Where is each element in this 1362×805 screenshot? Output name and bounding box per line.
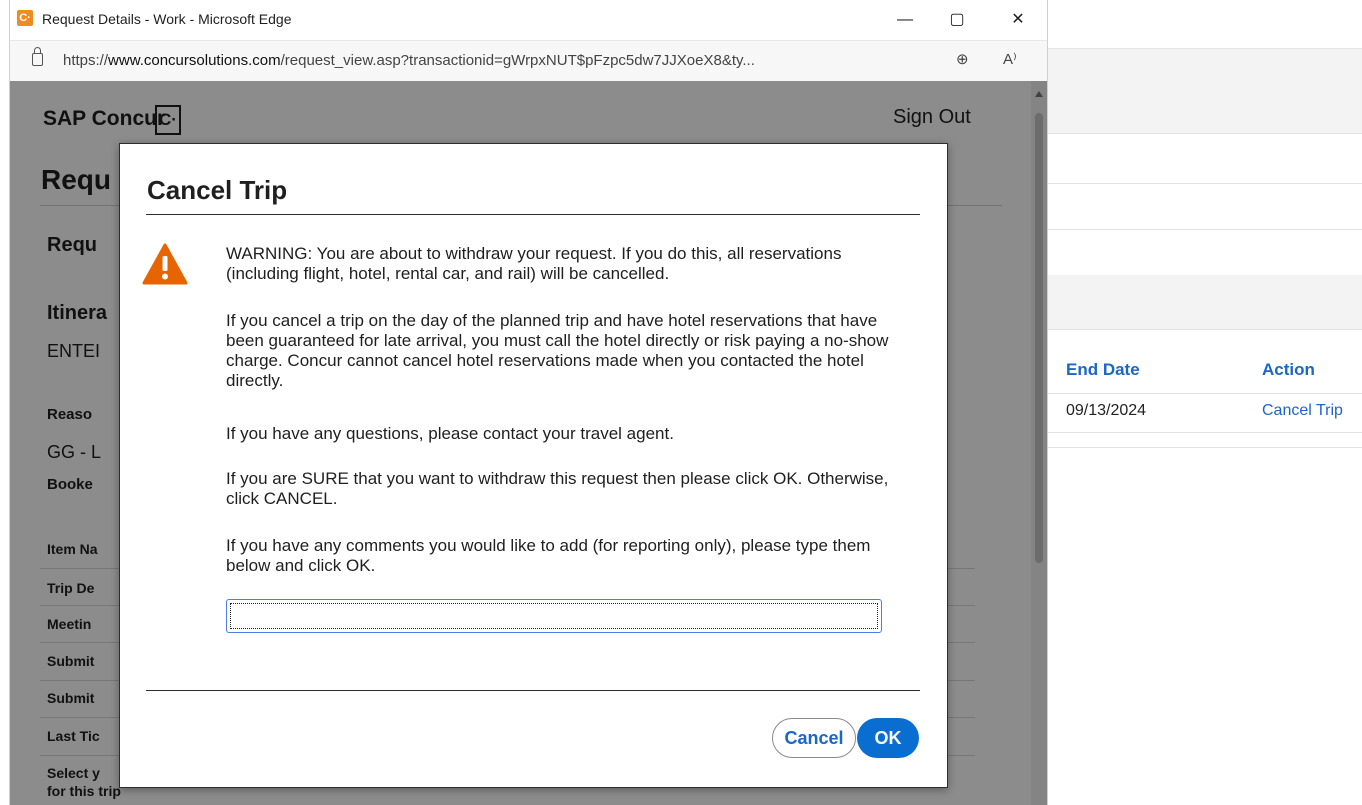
warning-icon <box>142 243 188 285</box>
zoom-icon[interactable]: ⊕ <box>956 50 969 68</box>
background-band <box>1047 275 1362 329</box>
cancel-button[interactable]: Cancel <box>772 718 856 758</box>
table-row-divider <box>1047 432 1362 433</box>
dialog-title-divider <box>146 214 920 215</box>
url-path: /request_view.asp?transactionid=gWrpxNUT… <box>280 52 755 69</box>
dialog-title: Cancel Trip <box>147 175 288 205</box>
contact-agent-paragraph: If you have any questions, please contac… <box>226 424 674 443</box>
address-bar[interactable]: https://www.concursolutions.com/request_… <box>10 40 1047 82</box>
read-aloud-icon[interactable]: A⁾ <box>1003 50 1017 68</box>
window-titlebar[interactable]: C· Request Details - Work - Microsoft Ed… <box>10 0 1047 40</box>
ok-button[interactable]: OK <box>857 718 919 758</box>
table-header-divider <box>1047 393 1362 394</box>
table-bottom-divider <box>1047 447 1362 448</box>
comment-input[interactable] <box>226 599 882 633</box>
end-date-cell: 09/13/2024 <box>1066 402 1147 419</box>
late-arrival-paragraph: If you cancel a trip on the day of the p… <box>226 311 889 390</box>
url-prefix: https:// <box>63 52 109 69</box>
warning-paragraph: WARNING: You are about to withdraw your … <box>226 244 842 283</box>
concur-app-icon: C· <box>17 10 33 26</box>
url-domain: www.concursolutions.com <box>108 52 281 69</box>
confirm-paragraph: If you are SURE that you want to withdra… <box>226 469 889 508</box>
close-icon[interactable]: ✕ <box>1003 8 1033 32</box>
end-date-column-header[interactable]: End Date <box>1066 360 1140 380</box>
url-text[interactable]: https://www.concursolutions.com/request_… <box>63 52 933 69</box>
dialog-footer-divider <box>146 690 920 691</box>
background-divider <box>1047 183 1362 184</box>
cancel-trip-dialog: Cancel Trip WARNING: You are about to wi… <box>119 143 948 788</box>
comments-paragraph: If you have any comments you would like … <box>226 536 871 575</box>
lock-icon[interactable] <box>32 47 43 66</box>
background-divider <box>1047 329 1362 330</box>
minimize-icon[interactable]: — <box>890 8 920 32</box>
maximize-icon[interactable]: ▢ <box>942 8 972 32</box>
action-column-header: Action <box>1262 360 1315 379</box>
cancel-trip-link[interactable]: Cancel Trip <box>1262 402 1343 420</box>
background-header-band <box>1047 49 1362 133</box>
window-title: Request Details - Work - Microsoft Edge <box>42 11 292 27</box>
background-divider <box>1047 229 1362 230</box>
background-divider <box>1047 133 1362 134</box>
